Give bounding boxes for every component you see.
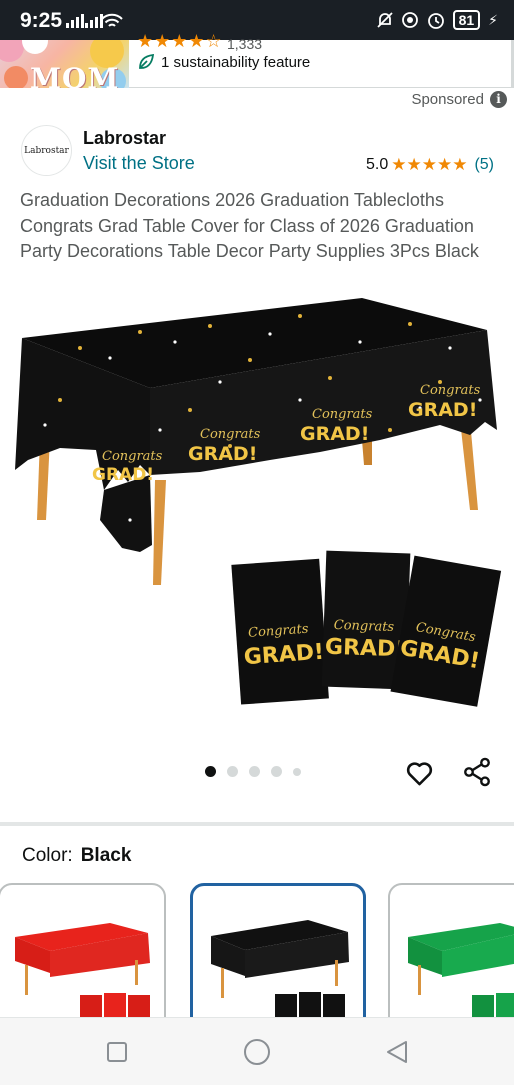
leaf-icon (139, 53, 155, 69)
star-rating-icon: ★★★★★ (391, 155, 468, 174)
rating-value: 5.0 (365, 156, 389, 173)
tablecloth-grad-text: GRAD! (92, 465, 154, 485)
brand-logo[interactable]: Labrostar (21, 125, 72, 176)
tablecloth-grad-text: GRAD! (188, 443, 257, 465)
review-count[interactable]: (5) (474, 156, 494, 174)
sponsored-text: Sponsored (411, 91, 484, 108)
tablecloth-script-text: Congrats (200, 427, 261, 442)
alarm-icon (401, 12, 418, 28)
carousel-dot[interactable] (271, 766, 282, 777)
tablecloth-grad-text: GRAD! (300, 423, 369, 445)
charging-icon: ⚡ (488, 11, 498, 28)
signal-icon (66, 12, 84, 28)
rating-stars: ★★★★☆ (137, 31, 223, 51)
heart-icon[interactable] (404, 757, 435, 788)
product-title: Graduation Decorations 2026 Graduation T… (20, 190, 479, 262)
brand-logo-text: Labrostar (24, 145, 69, 156)
info-icon[interactable]: i (490, 91, 507, 108)
carousel-dot[interactable] (227, 766, 238, 777)
system-navigation-bar (0, 1017, 514, 1085)
color-swatch-red[interactable] (0, 883, 166, 1033)
carousel-dot[interactable] (293, 767, 301, 776)
product-image[interactable]: Congrats GRAD! Congrats GRAD! Congrats G… (0, 290, 514, 720)
sponsored-label[interactable]: Sponsored i (411, 91, 507, 108)
battery-icon: 81 (452, 10, 481, 30)
thumbnail-text: MOM (30, 62, 120, 88)
color-label: Color: (22, 845, 73, 866)
color-swatch-green[interactable] (388, 883, 514, 1033)
mute-icon (376, 12, 393, 28)
product-thumbnail[interactable]: MOM (0, 40, 129, 88)
share-icon[interactable] (461, 756, 493, 788)
tablecloth-grad-text: GRAD! (408, 399, 477, 421)
color-selector-label: Color: Black (22, 845, 131, 867)
tablecloth-script-text: Congrats (102, 449, 163, 464)
recent-apps-icon[interactable] (106, 1041, 128, 1063)
section-divider (0, 822, 514, 826)
back-icon[interactable] (384, 1039, 410, 1065)
color-swatch-black[interactable] (190, 883, 366, 1033)
clock-icon (427, 13, 444, 29)
visit-store-link[interactable]: Visit the Store (83, 153, 195, 174)
wifi-icon (101, 13, 123, 27)
tablecloth-script-text: Congrats (312, 407, 373, 422)
sustainability-feature[interactable]: 1 sustainability feature (161, 54, 310, 71)
carousel-dot[interactable] (249, 766, 260, 777)
image-carousel-dots[interactable] (205, 766, 301, 777)
status-time: 9:25 (20, 9, 63, 32)
status-bar: 9:25 81 ⚡ (0, 0, 514, 40)
swatch-image (408, 923, 514, 1025)
previous-product-card[interactable]: MOM ★★★★☆ 1,333 1 sustainability feature (0, 31, 514, 88)
brand-name: Labrostar (83, 128, 167, 148)
swatch-image (15, 923, 150, 1025)
rating-count: 1,333 (227, 36, 263, 52)
swatch-image (211, 920, 349, 1026)
carousel-dot[interactable] (205, 766, 216, 777)
product-rating[interactable]: 5.0 ★★★★★ (5) (366, 155, 494, 175)
package-grad-text: GRAD! (325, 635, 406, 663)
color-value: Black (80, 845, 132, 866)
home-icon[interactable] (243, 1038, 271, 1066)
tablecloth-script-text: Congrats (420, 383, 481, 398)
package-script-text: Congrats (334, 618, 395, 635)
